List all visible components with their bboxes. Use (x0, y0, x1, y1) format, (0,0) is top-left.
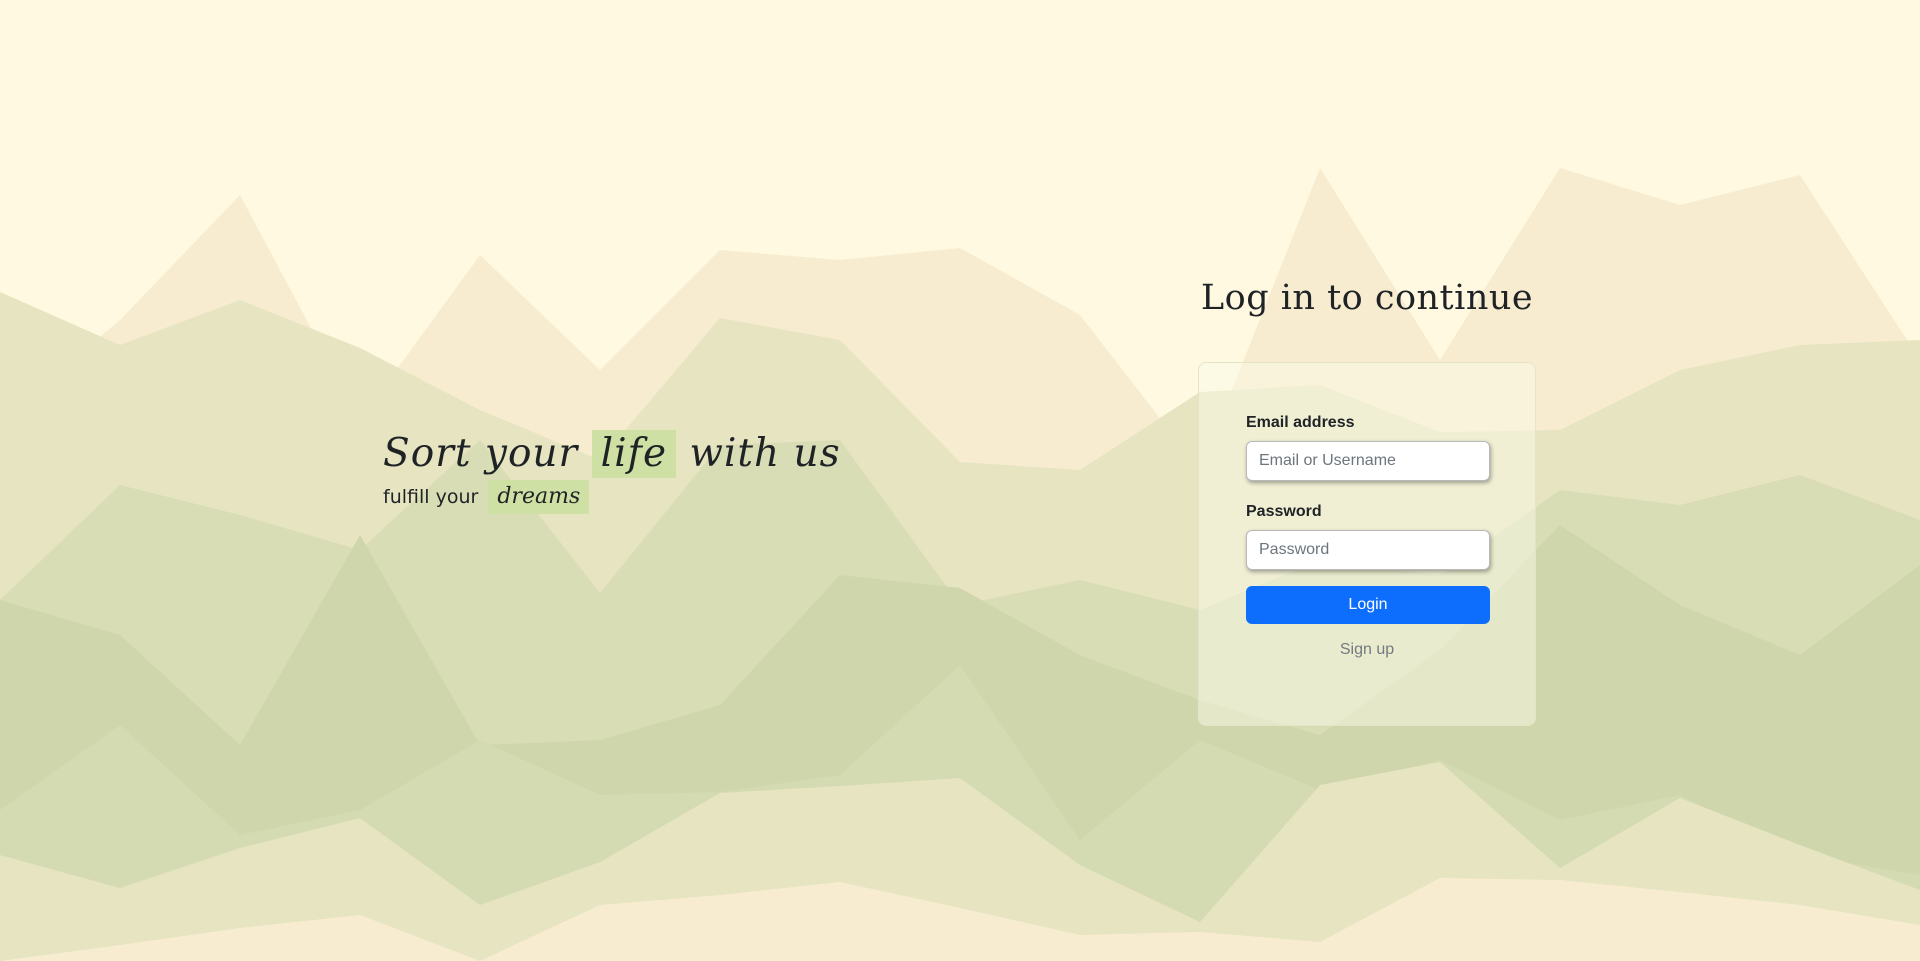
password-label: Password (1246, 503, 1322, 520)
hero-section: Sort your life with us fulfill your drea… (383, 430, 841, 514)
hero-subtitle: fulfill your dreams (383, 480, 841, 514)
signup-link[interactable]: Sign up (1246, 641, 1488, 659)
email-input[interactable] (1246, 441, 1490, 481)
login-page: Sort your life with us fulfill your drea… (0, 0, 1920, 961)
hero-subtitle-start: fulfill your (383, 486, 479, 508)
password-input[interactable] (1246, 530, 1490, 570)
login-button[interactable]: Login (1246, 586, 1490, 624)
hero-subtitle-highlight: dreams (488, 480, 590, 514)
mountain-background (0, 0, 1920, 961)
login-heading: Log in to continue (1200, 278, 1534, 318)
hero-title-start: Sort your (383, 431, 579, 476)
hero-title-highlight: life (591, 430, 677, 478)
hero-title-end: with us (689, 431, 841, 476)
hero-title: Sort your life with us (383, 430, 841, 478)
email-label: Email address (1246, 414, 1355, 431)
login-card: Email address Password Login Sign up (1198, 362, 1536, 726)
